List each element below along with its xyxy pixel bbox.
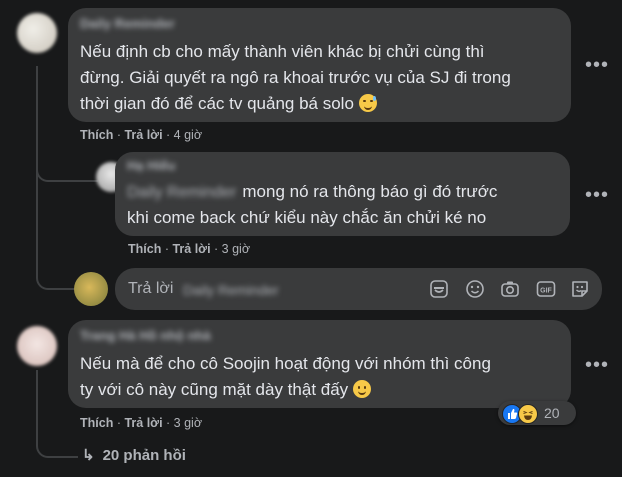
like-button[interactable]: Thích <box>80 416 113 430</box>
reply-button[interactable]: Trả lời <box>124 416 162 430</box>
sticker-face-icon[interactable] <box>570 279 590 299</box>
gif-icon[interactable]: GIF <box>536 279 556 299</box>
reply-text-line: khi come back chứ kiểu này chắc ăn chửi … <box>127 208 487 227</box>
thread-connector <box>36 428 78 458</box>
reply-actions: Thích · Trả lời · 3 giờ <box>128 242 251 256</box>
slight-smile-emoji-icon <box>352 380 371 398</box>
reply-text-line: Daily Reminder mong nó ra thông báo gì đó… <box>127 179 497 205</box>
comment-text-line: Nếu mà để cho cô Soojin hoạt động với nh… <box>80 354 491 373</box>
comment-author[interactable]: Trang Hà Hồ nhộ nhà <box>80 328 211 343</box>
more-options-icon[interactable]: ••• <box>585 355 609 375</box>
comment-text: thời gian đó để các tv quảng bá solo <box>80 94 354 113</box>
comment-text-line: đừng. Giải quyết ra ngô ra khoai trước v… <box>80 68 511 87</box>
comment-bubble: Trang Hà Hồ nhộ nhà Nếu mà để cho cô Soo… <box>68 320 571 408</box>
reply-placeholder: Trả lời <box>128 280 174 297</box>
more-options-icon[interactable]: ••• <box>585 55 609 75</box>
like-button[interactable]: Thích <box>128 242 161 256</box>
timestamp[interactable]: 3 giờ <box>174 416 202 430</box>
reply-mention: Daily Reminder <box>183 282 279 298</box>
comment-text: ty với cô này cũng mặt dày thật đấy <box>80 380 349 399</box>
reply-bubble: Hạ Hiếu Daily Reminder mong nó ra thông b… <box>115 152 570 236</box>
comment-actions: Thích · Trả lời · 3 giờ <box>80 416 203 430</box>
comment-text-line: ty với cô này cũng mặt dày thật đấy <box>80 377 371 402</box>
view-replies-link[interactable]: ↳ 20 phản hồi <box>82 446 186 464</box>
gif-label: GIF <box>540 287 552 294</box>
comment-author[interactable]: Daily Reminder <box>80 16 175 31</box>
emoji-icon[interactable] <box>465 279 485 299</box>
comment-bubble: Daily Reminder Nếu định cb cho mấy thành… <box>68 8 571 122</box>
comment-text-line: Nếu định cb cho mấy thành viên khác bị c… <box>80 42 485 61</box>
reply-author[interactable]: Hạ Hiếu <box>127 158 175 173</box>
reply-input[interactable]: Trả lời Daily Reminder GIF <box>115 268 602 310</box>
user-avatar[interactable] <box>74 272 108 306</box>
mention-link[interactable]: Daily Reminder <box>127 184 236 201</box>
timestamp[interactable]: 4 giờ <box>174 128 202 142</box>
avatar[interactable] <box>17 326 57 366</box>
reply-button[interactable]: Trả lời <box>172 242 210 256</box>
reaction-summary[interactable]: 20 <box>498 401 576 425</box>
comment-text-line: thời gian đó để các tv quảng bá solo <box>80 91 377 116</box>
reply-button[interactable]: Trả lời <box>124 128 162 142</box>
haha-reaction-icon <box>518 404 538 424</box>
reaction-count: 20 <box>544 405 560 421</box>
more-options-icon[interactable]: ••• <box>585 185 609 205</box>
reply-text: mong nó ra thông báo gì đó trước <box>242 182 498 201</box>
avatar[interactable] <box>17 13 57 53</box>
comment-actions: Thích · Trả lời · 4 giờ <box>80 128 203 142</box>
timestamp[interactable]: 3 giờ <box>222 242 250 256</box>
sticker-icon[interactable] <box>429 279 449 299</box>
like-button[interactable]: Thích <box>80 128 113 142</box>
thread-connector <box>36 250 76 290</box>
sweat-smile-emoji-icon <box>358 94 377 112</box>
camera-icon[interactable] <box>500 279 520 299</box>
view-replies-label: 20 phản hồi <box>102 447 186 464</box>
reply-arrow-icon: ↳ <box>82 447 95 464</box>
thread-connector <box>36 140 98 182</box>
